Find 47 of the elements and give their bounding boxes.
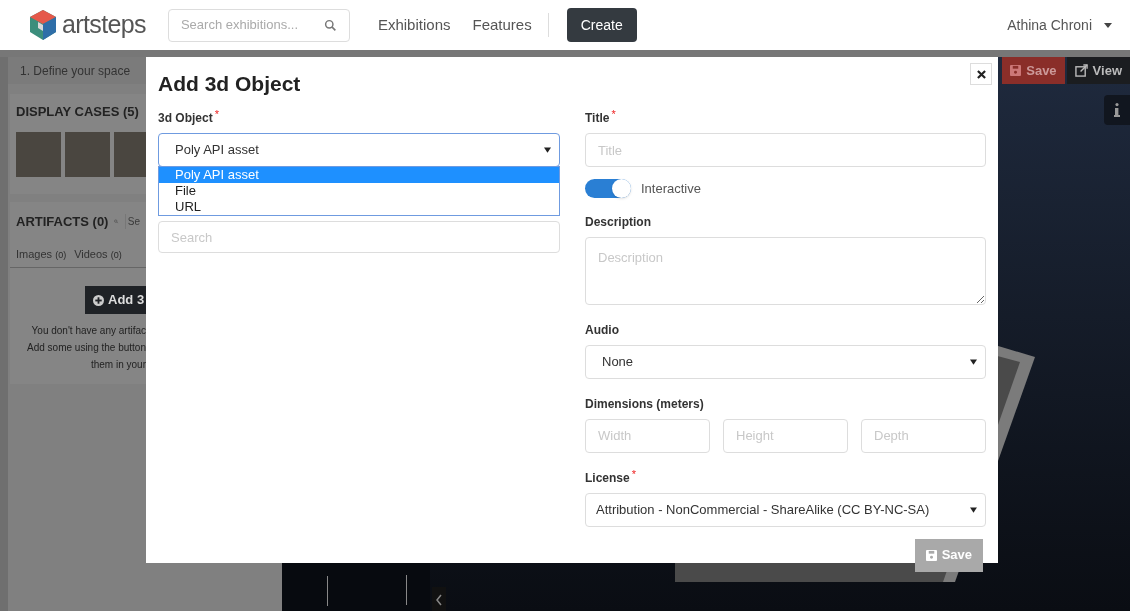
info-button[interactable] <box>1104 95 1130 125</box>
license-select[interactable]: Attribution - NonCommercial - ShareAlike (CC BY-NC-SA) <box>585 492 986 527</box>
caret-icon <box>970 506 977 513</box>
required-mark: * <box>214 109 219 119</box>
required-mark: * <box>611 109 616 119</box>
field-label: Audio <box>585 321 619 339</box>
nav-link[interactable]: Exhibitions <box>377 13 451 37</box>
empty-message: them in your <box>90 358 146 372</box>
close-button[interactable] <box>970 63 992 85</box>
empty-message: Add some using the button <box>27 341 146 355</box>
toggle-label: Interactive <box>641 180 701 198</box>
field-label: Title <box>585 110 610 127</box>
create-button[interactable]: Create <box>566 8 637 42</box>
info-icon[interactable] <box>1114 103 1120 117</box>
step-label: 1. Define your space <box>20 62 131 80</box>
interactive-toggle[interactable] <box>585 179 631 199</box>
field-label: 3d Object <box>158 110 213 127</box>
display-case-thumbnail[interactable] <box>16 131 61 177</box>
empty-message: You don't have any artifac <box>31 324 146 338</box>
artifact-tab[interactable]: Videos (0) <box>74 245 122 262</box>
section-title: ARTIFACTS (0) <box>16 213 109 231</box>
display-case-thumbnail[interactable] <box>65 131 110 177</box>
dropdown-option[interactable]: URL <box>159 199 559 215</box>
user-name[interactable]: Athina Chroni <box>1007 14 1092 36</box>
nav-link[interactable]: Features <box>472 13 532 37</box>
caret-icon <box>544 147 551 153</box>
caret-icon[interactable] <box>1104 22 1112 28</box>
field-label: Dimensions (meters) <box>585 395 704 413</box>
dropdown-option[interactable]: File <box>159 183 559 199</box>
section-title: DISPLAY CASES (5) <box>16 103 140 121</box>
field-label: Description <box>585 213 651 231</box>
modal-title: Add 3d Object <box>158 71 301 97</box>
required-mark: * <box>631 468 636 479</box>
plus-icon <box>93 294 104 306</box>
artifact-tab[interactable]: Images (0) <box>16 245 67 262</box>
search-icon[interactable] <box>323 18 337 32</box>
collapse-button[interactable] <box>432 587 446 611</box>
toolbar-button[interactable]: View <box>1066 57 1130 84</box>
external-link-icon <box>1074 64 1088 77</box>
close-icon <box>976 69 986 79</box>
save-icon <box>1010 65 1022 76</box>
audio-select[interactable]: None <box>585 344 986 379</box>
save-icon <box>925 549 937 561</box>
logo-icon[interactable] <box>28 9 58 41</box>
field-label: License <box>585 469 630 487</box>
logo-text[interactable]: artsteps <box>62 6 146 44</box>
caret-icon <box>970 358 977 365</box>
